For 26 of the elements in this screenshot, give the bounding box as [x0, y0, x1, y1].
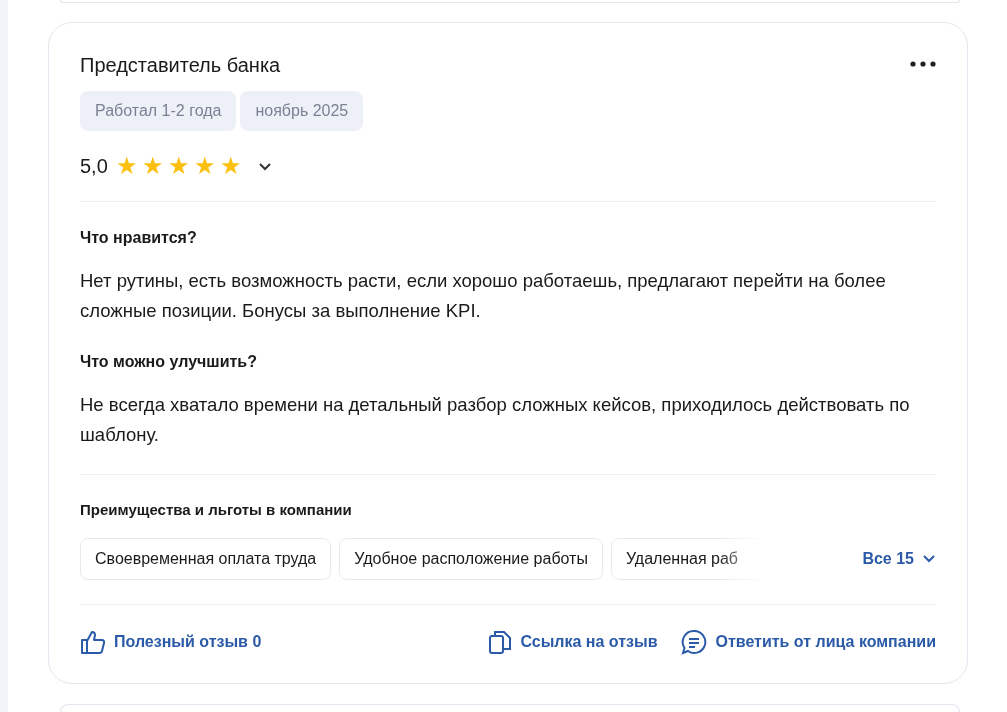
section-heading: Что нравится? — [80, 228, 198, 249]
benefits-heading: Преимущества и льготы в компании — [80, 500, 353, 521]
copy-icon — [488, 628, 513, 655]
star-icon: ★ — [141, 154, 164, 179]
thumbs-up-icon — [80, 628, 106, 655]
benefit-tag: Удобное расположение работы — [339, 537, 603, 580]
star-icon: ★ — [167, 154, 190, 179]
section-text: Не всегда хватало времени на детальный разбор сложных кейсов, приходилось действовать по шаблону. — [80, 393, 911, 448]
section-text: Нет рутины, есть возможность расти, если хорошо работаешь, предлагают перейти на более сложные позиции. Бонусы за выполнение KPI. — [80, 269, 887, 324]
link-button[interactable]: Ссылка на отзыв — [488, 628, 658, 655]
like-button[interactable]: Полезный отзыв 0 — [80, 628, 262, 655]
star-icon: ★ — [193, 154, 216, 179]
reply-button[interactable]: Ответить от лица компании — [681, 628, 936, 655]
tag: Работал 1-2 года — [80, 91, 237, 132]
more-options-icon[interactable] — [910, 61, 936, 68]
tag: ноябрь 2025 — [240, 91, 364, 132]
rating-value: 5,0 — [80, 154, 108, 180]
chevron-down-icon[interactable] — [257, 161, 272, 171]
section-heading: Что можно улучшить? — [80, 352, 258, 373]
benefit-tag: Своевременная оплата труда — [80, 537, 332, 580]
review-title: Представитель банка — [80, 53, 281, 78]
star-icon: ★ — [115, 154, 138, 179]
chat-bubble-icon — [681, 628, 708, 655]
chevron-down-icon — [922, 554, 936, 564]
show-all-button[interactable]: Все 15 — [862, 546, 936, 571]
star-icon: ★ — [219, 154, 242, 179]
